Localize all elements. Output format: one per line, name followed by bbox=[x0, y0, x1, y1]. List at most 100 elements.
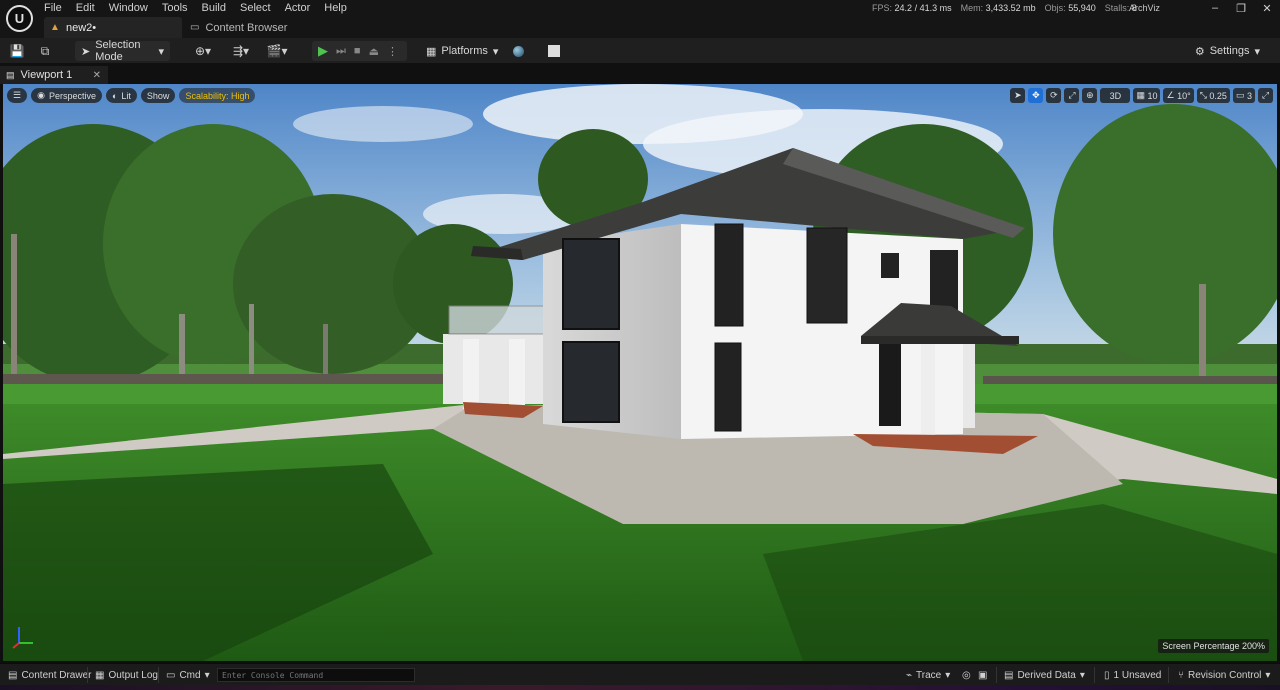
step-icon[interactable]: ⏭ bbox=[336, 45, 346, 58]
add-actor-icon[interactable]: ⊕▾ bbox=[190, 42, 216, 60]
menu-edit[interactable]: Edit bbox=[76, 1, 103, 15]
divider bbox=[996, 667, 997, 683]
database-icon: ▤ bbox=[1004, 669, 1014, 681]
screenshot-icon[interactable]: ▣ bbox=[978, 668, 987, 682]
output-log-button[interactable]: ▦ Output Log bbox=[95, 668, 158, 682]
menu-help[interactable]: Help bbox=[324, 1, 355, 15]
grid-snap-button[interactable]: ▦ 10 bbox=[1133, 88, 1161, 103]
chevron-down-icon: ▾ bbox=[158, 45, 164, 58]
fps-stat: FPS: 24.2 / 41.3 ms bbox=[872, 3, 952, 13]
perspective-label: Perspective bbox=[48, 90, 96, 101]
rotate-icon[interactable]: ⟳ bbox=[1046, 88, 1062, 103]
maximize-viewport-icon[interactable]: ⤢ bbox=[1258, 88, 1273, 103]
scale-snap-button[interactable]: ⤡ 0.25 bbox=[1196, 88, 1230, 103]
viewport-menu-button[interactable]: ☰ bbox=[7, 88, 28, 103]
drawer-icon: ▤ bbox=[8, 669, 18, 681]
select-mode-icon[interactable]: ➤ bbox=[1010, 88, 1026, 103]
viewport-tab-bar: ▤ Viewport 1 ✕ bbox=[0, 64, 1280, 84]
surface-snap-icon[interactable]: 3D bbox=[1100, 88, 1131, 103]
more-options-icon[interactable]: ⋮ bbox=[387, 45, 398, 58]
lit-label: Lit bbox=[121, 90, 131, 101]
unsaved-label: 1 Unsaved bbox=[1113, 669, 1162, 681]
menu-window[interactable]: Window bbox=[109, 1, 156, 15]
hamburger-icon: ☰ bbox=[13, 90, 22, 100]
play-icon[interactable]: ▶ bbox=[318, 43, 328, 59]
menu-tools[interactable]: Tools bbox=[162, 1, 196, 15]
content-drawer-label: Content Drawer bbox=[21, 669, 92, 681]
revision-control-label: Revision Control bbox=[1188, 669, 1262, 681]
minimize-button[interactable]: – bbox=[1202, 0, 1228, 16]
lit-button[interactable]: ◐ Lit bbox=[105, 88, 137, 103]
tab-level-label: new2• bbox=[66, 21, 97, 34]
mem-stat: Mem: 3,433.52 mb bbox=[960, 3, 1036, 13]
cmd-dropdown[interactable]: ▭ Cmd ▾ bbox=[166, 668, 210, 682]
platforms-dropdown[interactable]: ▦ Platforms ▾ bbox=[420, 41, 498, 61]
viewport-tab-label: Viewport 1 bbox=[20, 69, 73, 81]
scale-icon[interactable]: ⤢ bbox=[1064, 88, 1080, 103]
window-controls: – ❐ ✕ bbox=[1202, 0, 1280, 16]
output-log-label: Output Log bbox=[108, 669, 158, 681]
square-icon[interactable] bbox=[545, 42, 563, 60]
eject-icon[interactable]: ⏏ bbox=[369, 45, 379, 58]
platforms-label: Platforms bbox=[441, 45, 488, 57]
tab-content-browser-label: Content Browser bbox=[205, 21, 288, 34]
screen-percentage-readout: Screen Percentage 200% bbox=[1158, 639, 1269, 653]
chevron-down-icon: ▾ bbox=[204, 669, 210, 681]
chevron-down-icon: ▾ bbox=[945, 669, 951, 681]
tab-viewport-1[interactable]: ▤ Viewport 1 ✕ bbox=[0, 66, 108, 84]
camera-speed-button[interactable]: ▭ 3 bbox=[1232, 88, 1255, 103]
close-icon[interactable]: ✕ bbox=[93, 70, 101, 81]
stop-icon[interactable]: ■ bbox=[354, 45, 361, 57]
sphere-icon[interactable] bbox=[509, 42, 527, 60]
chevron-down-icon: ▾ bbox=[1254, 45, 1260, 58]
rotation-snap-button[interactable]: ∠ 10° bbox=[1163, 88, 1194, 103]
scale-snap-value: 0.25 bbox=[1209, 90, 1227, 101]
chevron-down-icon: ▾ bbox=[1265, 669, 1271, 681]
viewport-right-toolbar: ➤ ✥ ⟳ ⤢ ⊕ 3D ▦ 10 ∠ 10° ⤡ 0.25 ▭ 3 ⤢ bbox=[1010, 88, 1273, 103]
save-icon[interactable]: 💾 bbox=[8, 42, 26, 60]
content-drawer-button[interactable]: ▤ Content Drawer bbox=[8, 668, 91, 682]
cinematics-icon[interactable]: 🎬▾ bbox=[264, 42, 290, 60]
menu-build[interactable]: Build bbox=[202, 1, 234, 15]
gear-icon: ⚙ bbox=[1194, 45, 1205, 58]
perspective-button[interactable]: ◉ Perspective bbox=[31, 88, 102, 103]
play-controls: ▶ ⏭ ■ ⏏ ⋮ bbox=[312, 41, 407, 61]
project-name: ArchViz bbox=[1129, 3, 1160, 13]
close-button[interactable]: ✕ bbox=[1254, 0, 1280, 16]
derived-data-dropdown[interactable]: ▤ Derived Data ▾ bbox=[1004, 668, 1085, 682]
viewport-icon: ▤ bbox=[6, 69, 15, 80]
unreal-logo-icon[interactable]: U bbox=[6, 5, 33, 32]
menu-select[interactable]: Select bbox=[240, 1, 279, 15]
world-local-icon[interactable]: ⊕ bbox=[1082, 88, 1098, 103]
unsaved-button[interactable]: ▯ 1 Unsaved bbox=[1104, 668, 1161, 682]
scalability-button[interactable]: Scalability: High bbox=[179, 88, 256, 103]
settings-dropdown[interactable]: ⚙ Settings ▾ bbox=[1189, 41, 1266, 61]
record-icon[interactable]: ◎ bbox=[962, 668, 971, 682]
cursor-icon: ➤ bbox=[81, 45, 91, 58]
menu-actor[interactable]: Actor bbox=[285, 1, 319, 15]
main-toolbar: 💾 ⧉ ➤ Selection Mode ▾ ⊕▾ ⇶▾ 🎬▾ ▶ ⏭ ■ ⏏ … bbox=[0, 38, 1280, 64]
rotation-snap-value: 10° bbox=[1177, 90, 1191, 101]
selection-mode-dropdown[interactable]: ➤ Selection Mode ▾ bbox=[75, 39, 170, 63]
browse-icon[interactable]: ⧉ bbox=[36, 42, 54, 60]
axis-gizmo-icon bbox=[12, 627, 33, 649]
tab-content-browser[interactable]: ▭ Content Browser bbox=[186, 17, 287, 38]
divider bbox=[158, 667, 159, 683]
revision-control-dropdown[interactable]: ⑂ Revision Control ▾ bbox=[1178, 668, 1270, 682]
show-label: Show bbox=[146, 90, 170, 101]
tab-level-new2[interactable]: ▲ new2• bbox=[44, 17, 182, 38]
translate-icon[interactable]: ✥ bbox=[1028, 88, 1044, 103]
camera-speed-icon: ▭ bbox=[1235, 90, 1245, 100]
chevron-down-icon: ▾ bbox=[492, 45, 499, 58]
objs-stat: Objs: 55,940 bbox=[1044, 3, 1096, 13]
menu-file[interactable]: File bbox=[44, 1, 70, 15]
settings-label: Settings bbox=[1209, 45, 1250, 57]
restore-button[interactable]: ❐ bbox=[1228, 0, 1254, 16]
level-viewport[interactable]: ☰ ◉ Perspective ◐ Lit Show Scalability: … bbox=[3, 84, 1277, 661]
show-button[interactable]: Show bbox=[140, 88, 176, 103]
status-bar: ▤ Content Drawer ▦ Output Log ▭ Cmd ▾ ⌁ … bbox=[0, 663, 1280, 685]
blueprint-icon[interactable]: ⇶▾ bbox=[228, 42, 254, 60]
grid-snap-value: 10 bbox=[1147, 90, 1158, 101]
trace-dropdown[interactable]: ⌁ Trace ▾ bbox=[906, 668, 950, 682]
console-command-input[interactable] bbox=[217, 668, 415, 682]
